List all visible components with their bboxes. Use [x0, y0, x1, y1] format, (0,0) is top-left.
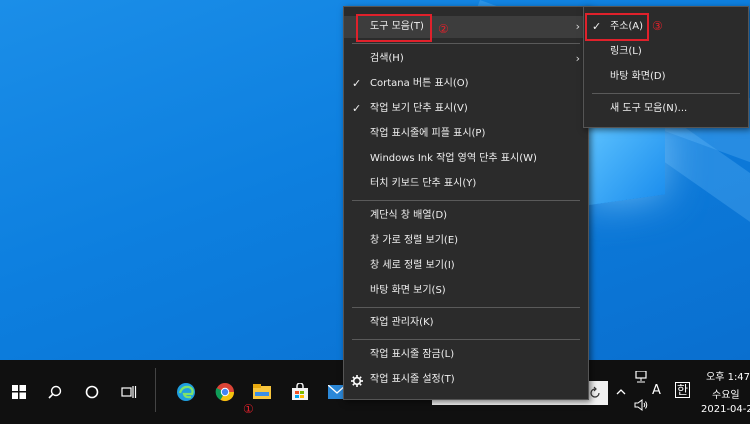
chevron-up-icon[interactable]: [611, 380, 631, 404]
menu-item-show-desktop[interactable]: 바탕 화면 보기(S): [344, 280, 588, 302]
menu-item-touch-keyboard[interactable]: 터치 키보드 단추 표시(Y): [344, 173, 588, 195]
menu-item-label: 작업 표시줄 잠금(L): [370, 349, 455, 360]
menu-item-label: 창 세로 정렬 보기(I): [370, 260, 455, 271]
refresh-icon[interactable]: [588, 385, 604, 401]
clock[interactable]: 오후 1:47 수요일 2021-04-28: [696, 366, 750, 418]
menu-item-task-manager[interactable]: 작업 관리자(K): [344, 312, 588, 334]
network-icon[interactable]: [630, 366, 652, 388]
cortana-icon[interactable]: [77, 377, 107, 407]
menu-item-label: Cortana 버튼 표시(O): [370, 78, 469, 89]
submenu-item-label: 새 도구 모음(N)...: [610, 103, 688, 114]
menu-item-label: 터치 키보드 단추 표시(Y): [370, 178, 477, 189]
menu-item-label: 작업 표시줄에 피플 표시(P): [370, 128, 486, 139]
menu-separator: [592, 93, 740, 94]
menu-separator: [352, 339, 580, 340]
menu-item-stacked[interactable]: 창 가로 정렬 보기(E): [344, 230, 588, 252]
menu-item-search[interactable]: 검색(H) ›: [344, 48, 588, 70]
annotation-one: ①: [243, 402, 254, 416]
chrome-icon[interactable]: [210, 377, 240, 407]
check-icon: ✓: [352, 77, 362, 90]
menu-separator: [352, 43, 580, 44]
menu-item-label: 바탕 화면 보기(S): [370, 285, 446, 296]
highlight-box-toolbars: [356, 14, 432, 42]
windows-start-icon[interactable]: [4, 377, 34, 407]
menu-item-label: 계단식 창 배열(D): [370, 210, 448, 221]
menu-item-label: 검색(H): [370, 53, 404, 64]
menu-item-windows-ink[interactable]: Windows Ink 작업 영역 단추 표시(W): [344, 148, 588, 170]
menu-item-label: 창 가로 정렬 보기(E): [370, 235, 459, 246]
check-icon: ✓: [352, 102, 362, 115]
annotation-two: ②: [438, 22, 449, 36]
gear-icon: [351, 374, 363, 396]
menu-item-taskbar-settings[interactable]: 작업 표시줄 설정(T): [344, 369, 588, 391]
submenu-item-label: 바탕 화면(D): [610, 71, 666, 82]
menu-item-cascade[interactable]: 계단식 창 배열(D): [344, 205, 588, 227]
submenu-item-label: 링크(L): [610, 46, 642, 57]
menu-separator: [352, 200, 580, 201]
annotation-three: ③: [652, 19, 663, 33]
edge-icon[interactable]: [171, 377, 201, 407]
task-view-icon[interactable]: [114, 377, 144, 407]
clock-time: 오후 1:47: [706, 372, 750, 383]
chevron-right-icon: ›: [575, 20, 580, 33]
clock-date: 2021-04-28: [701, 404, 750, 415]
menu-item-people[interactable]: 작업 표시줄에 피플 표시(P): [344, 123, 588, 145]
menu-item-side-by-side[interactable]: 창 세로 정렬 보기(I): [344, 255, 588, 277]
menu-item-task-view[interactable]: ✓ 작업 보기 단추 표시(V): [344, 98, 588, 120]
windows-logo-glow: [585, 114, 665, 206]
submenu-item-new-toolbar[interactable]: 새 도구 모음(N)...: [584, 98, 748, 120]
menu-item-label: Windows Ink 작업 영역 단추 표시(W): [370, 153, 537, 164]
store-icon[interactable]: [285, 377, 315, 407]
menu-item-label: 작업 관리자(K): [370, 317, 434, 328]
taskbar-separator: [155, 368, 156, 412]
menu-separator: [352, 307, 580, 308]
clock-day: 수요일: [712, 390, 740, 401]
search-icon[interactable]: [40, 377, 70, 407]
menu-item-label: 작업 표시줄 설정(T): [370, 374, 455, 385]
submenu-item-desktop[interactable]: 바탕 화면(D): [584, 66, 748, 88]
menu-item-label: 작업 보기 단추 표시(V): [370, 103, 468, 114]
ime-language-indicator[interactable]: A: [652, 383, 661, 398]
volume-icon[interactable]: [630, 394, 652, 416]
highlight-box-address: [585, 13, 649, 41]
submenu-item-links[interactable]: 링크(L): [584, 41, 748, 63]
menu-item-cortana[interactable]: ✓ Cortana 버튼 표시(O): [344, 73, 588, 95]
menu-item-lock-taskbar[interactable]: 작업 표시줄 잠금(L): [344, 344, 588, 366]
taskbar-context-menu: 도구 모음(T) › 검색(H) › ✓ Cortana 버튼 표시(O) ✓ …: [343, 6, 589, 400]
chevron-right-icon: ›: [575, 52, 580, 65]
ime-mode-indicator[interactable]: 한: [675, 382, 690, 398]
